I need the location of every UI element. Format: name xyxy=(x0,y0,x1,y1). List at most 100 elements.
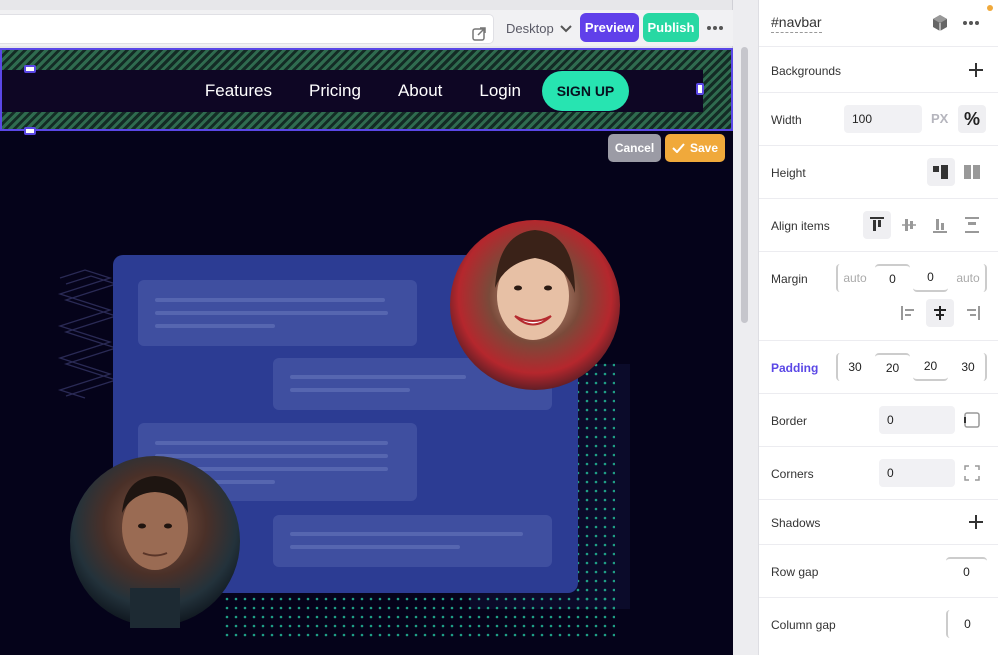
padding-label: Padding xyxy=(771,361,819,375)
nav-link-pricing[interactable]: Pricing xyxy=(309,81,361,101)
avatar-man xyxy=(70,456,240,628)
column-gap-row: Column gap 0 xyxy=(759,598,998,651)
unit-percent-label: % xyxy=(963,108,980,129)
align-right-icon xyxy=(967,306,980,320)
navbar[interactable]: Features Pricing About Login SIGN UP xyxy=(2,70,703,112)
row-gap-label: Row gap xyxy=(771,565,819,579)
add-background-icon[interactable] xyxy=(969,63,983,77)
bubble-line xyxy=(155,454,388,458)
padding-row: Padding 30 20 20 30 xyxy=(759,341,998,394)
align-middle-icon xyxy=(902,219,916,231)
align-self-right-button[interactable] xyxy=(958,299,986,327)
backgrounds-row: Backgrounds xyxy=(759,47,998,93)
canvas-scrollbar[interactable] xyxy=(741,47,748,323)
more-options-icon[interactable] xyxy=(962,16,980,30)
more-options-icon[interactable] xyxy=(706,20,724,36)
height-label: Height xyxy=(771,166,806,180)
notification-dot xyxy=(987,5,993,11)
shadows-row: Shadows xyxy=(759,500,998,545)
align-self-center-button[interactable] xyxy=(926,299,954,327)
bubble-line xyxy=(155,298,385,302)
selector-row: #navbar xyxy=(759,0,998,47)
add-shadow-icon[interactable] xyxy=(969,515,983,529)
save-button[interactable]: Save xyxy=(665,134,725,162)
corners-input[interactable]: 0 xyxy=(879,459,955,487)
bubble-line xyxy=(155,441,388,445)
column-gap-input[interactable]: 0 xyxy=(946,610,987,638)
navbar-selection[interactable]: Features Pricing About Login SIGN UP xyxy=(0,48,733,131)
page-canvas[interactable]: Features Pricing About Login SIGN UP Can… xyxy=(0,48,733,655)
resize-handle-bottom[interactable] xyxy=(24,127,36,135)
resize-handle-right[interactable] xyxy=(731,83,733,95)
cancel-button[interactable]: Cancel xyxy=(608,134,661,162)
margin-row: Margin auto 0 0 auto xyxy=(759,252,998,341)
external-link-icon[interactable] xyxy=(471,26,487,42)
element-selector[interactable]: #navbar xyxy=(771,14,822,33)
align-center-button[interactable] xyxy=(895,211,923,239)
device-select[interactable]: Desktop xyxy=(506,21,572,36)
border-input[interactable]: 0 xyxy=(879,406,955,434)
chat-bubble-3 xyxy=(138,423,417,501)
border-row: Border 0 xyxy=(759,394,998,447)
align-top-icon xyxy=(870,217,884,231)
corners-label: Corners xyxy=(771,467,814,481)
margin-top-input[interactable]: 0 xyxy=(875,264,910,292)
align-left-icon xyxy=(901,306,914,320)
zigzag-pattern xyxy=(57,269,119,399)
save-label: Save xyxy=(689,141,719,155)
cube-icon[interactable] xyxy=(931,14,949,32)
height-row: Height xyxy=(759,146,998,199)
padding-top-input[interactable]: 20 xyxy=(875,353,910,381)
padding-right-input[interactable]: 30 xyxy=(951,353,987,381)
unit-px-toggle[interactable]: PX xyxy=(931,111,948,126)
height-fill-button[interactable] xyxy=(958,158,986,186)
unit-percent-toggle[interactable]: % xyxy=(958,105,986,133)
nav-link-features[interactable]: Features xyxy=(205,81,272,101)
padding-handle-right[interactable] xyxy=(696,83,704,95)
align-items-label: Align items xyxy=(771,219,830,233)
padding-bottom-input[interactable]: 20 xyxy=(913,353,948,381)
url-field[interactable] xyxy=(0,14,494,44)
margin-right-input[interactable]: auto xyxy=(951,264,987,292)
corners-icon[interactable] xyxy=(964,465,980,481)
style-panel: #navbar Backgrounds Width 100 PX % Heigh… xyxy=(758,0,998,655)
border-sides-icon[interactable] xyxy=(964,412,980,428)
height-fill-icon xyxy=(964,165,980,179)
margin-left-input[interactable]: auto xyxy=(836,264,872,292)
margin-bottom-input[interactable]: 0 xyxy=(913,264,948,292)
row-gap-input[interactable]: 0 xyxy=(946,557,987,585)
chevron-down-icon xyxy=(559,24,572,32)
width-row: Width 100 PX % xyxy=(759,93,998,146)
device-label: Desktop xyxy=(506,21,554,36)
align-center-icon xyxy=(934,306,946,320)
preview-button[interactable]: Preview xyxy=(580,13,639,42)
row-gap-row: Row gap 0 xyxy=(759,545,998,598)
width-label: Width xyxy=(771,113,802,127)
signup-button[interactable]: SIGN UP xyxy=(542,71,629,111)
align-stretch-button[interactable] xyxy=(958,211,986,239)
nav-link-login[interactable]: Login xyxy=(479,81,521,101)
check-icon xyxy=(672,143,685,153)
margin-label: Margin xyxy=(771,272,808,286)
align-start-button[interactable] xyxy=(863,211,891,239)
corners-row: Corners 0 xyxy=(759,447,998,500)
bubble-line xyxy=(155,324,275,328)
editor-toolbar: Desktop Preview Publish xyxy=(0,10,733,46)
align-end-button[interactable] xyxy=(926,211,954,239)
chat-bubble-2 xyxy=(273,358,552,410)
align-stretch-icon xyxy=(965,217,979,233)
nav-link-about[interactable]: About xyxy=(398,81,442,101)
bubble-line xyxy=(155,480,275,484)
padding-handle-top[interactable] xyxy=(24,65,36,73)
bubble-line xyxy=(290,375,466,379)
height-fit-button[interactable] xyxy=(927,158,955,186)
height-fit-icon xyxy=(933,165,948,179)
publish-button[interactable]: Publish xyxy=(643,13,699,42)
bubble-line xyxy=(290,545,460,549)
align-items-row: Align items xyxy=(759,199,998,252)
padding-left-input[interactable]: 30 xyxy=(836,353,872,381)
width-input[interactable]: 100 xyxy=(844,105,922,133)
align-self-left-button[interactable] xyxy=(895,299,923,327)
resize-handle-top[interactable] xyxy=(24,48,36,50)
border-label: Border xyxy=(771,414,808,428)
